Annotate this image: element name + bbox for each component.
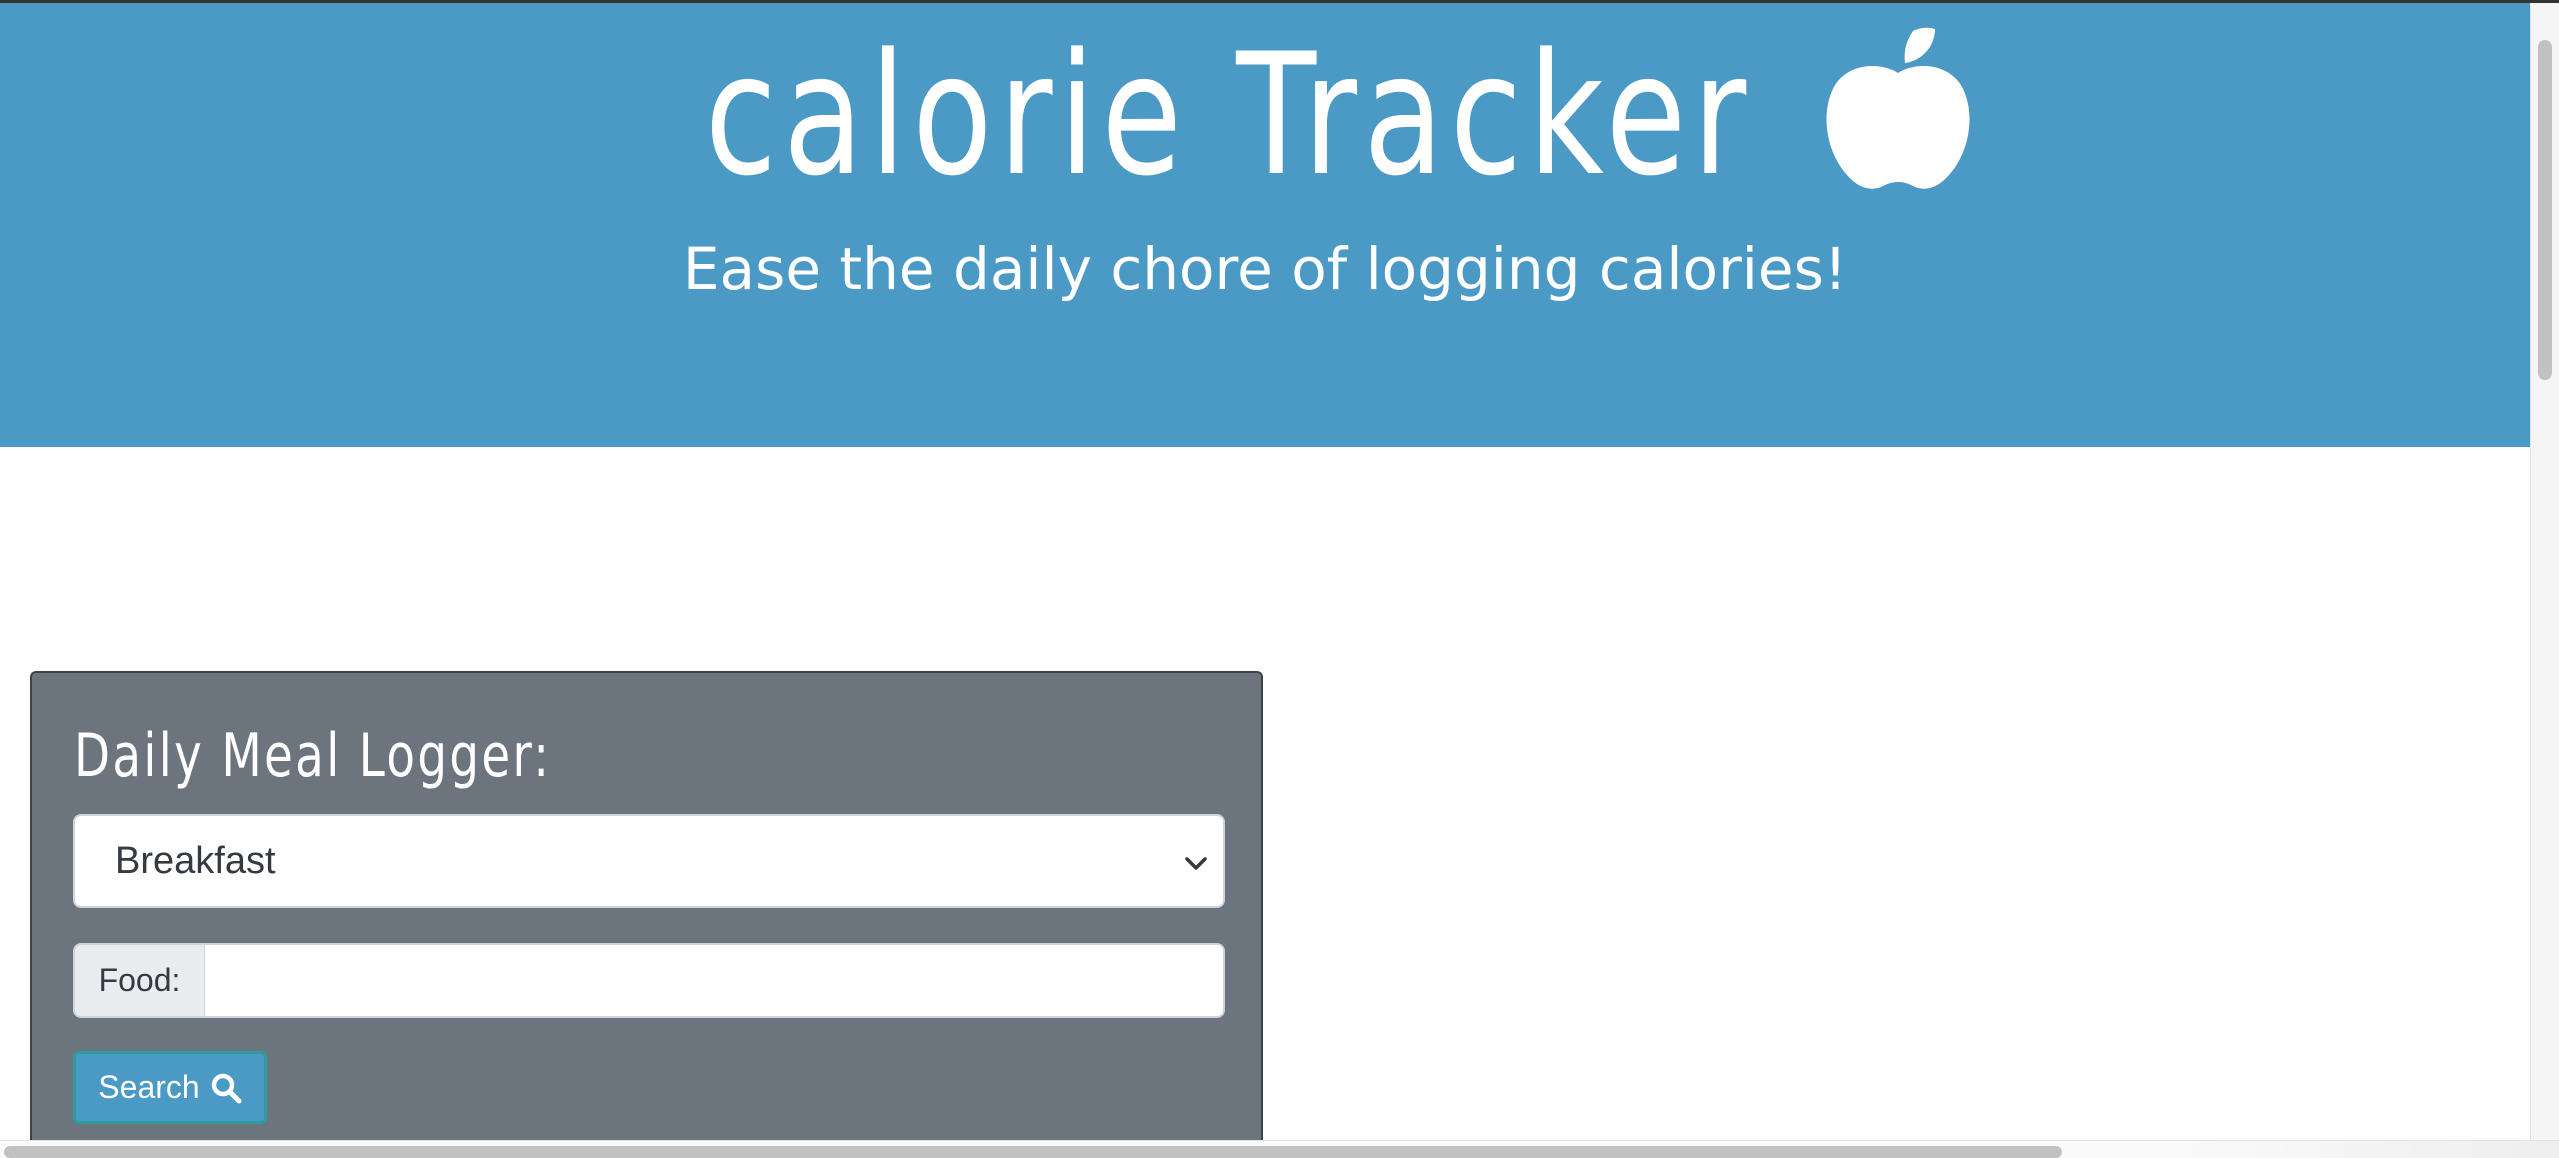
tagline: Ease the daily chore of logging calories… [682,235,1848,303]
search-button[interactable]: Search [73,1051,267,1124]
brand: calorie Tracker [0,23,2530,199]
search-icon [211,1073,242,1103]
horizontal-scrollbar-thumb[interactable] [4,1146,2062,1158]
search-button-label: Search [98,1069,200,1105]
vertical-scrollbar-thumb[interactable] [2538,40,2552,380]
meal-type-select[interactable]: Breakfast [73,814,1225,908]
app-title: calorie Tracker [705,17,1753,213]
logger-title: Daily Meal Logger: [74,721,552,791]
meal-type-value: Breakfast [115,839,276,882]
food-input-group: Food: [73,943,1225,1018]
food-input[interactable] [205,943,1225,1018]
meal-logger-card: Daily Meal Logger: Breakfast Food: Searc… [30,671,1263,1158]
apple-icon [1826,27,1970,189]
page: calorie Tracker Ease the daily chore of … [0,0,2559,1158]
hero-header: calorie Tracker Ease the daily chore of … [0,3,2530,447]
food-label: Food: [73,943,205,1018]
chevron-down-icon [1185,857,1207,870]
